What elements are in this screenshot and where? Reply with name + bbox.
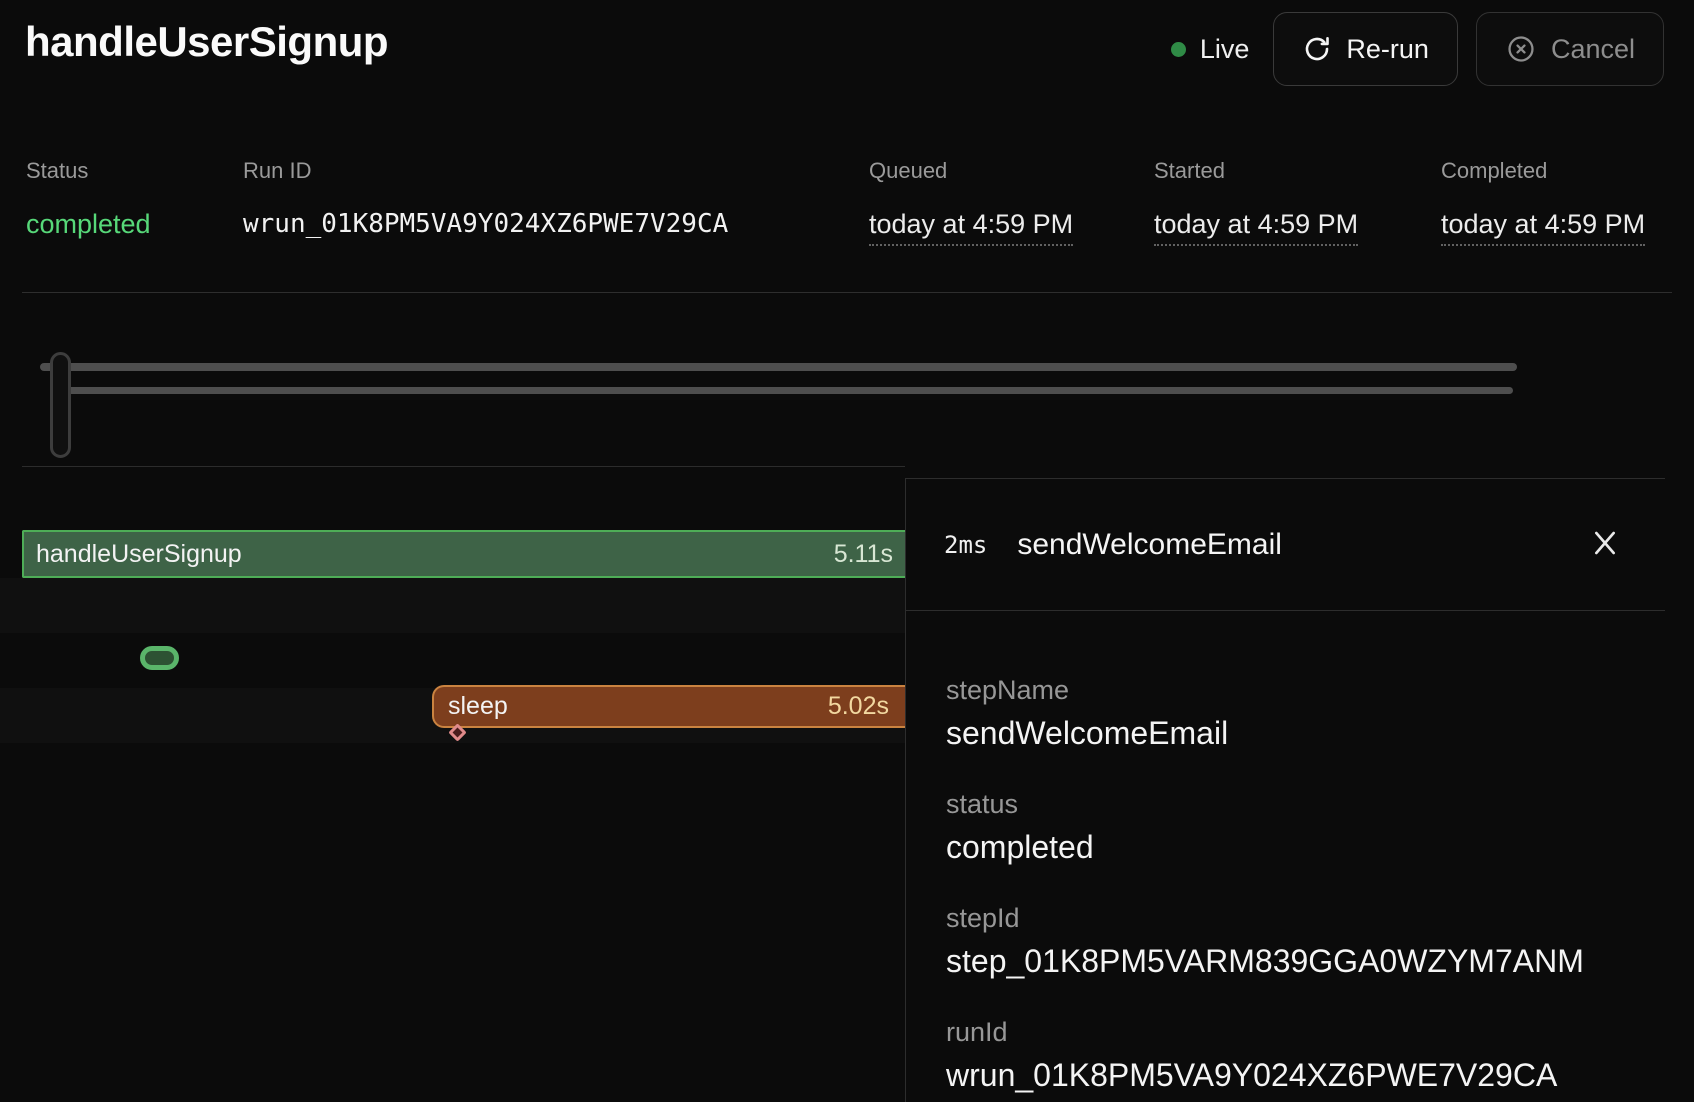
meta-queued: Queued today at 4:59 PM xyxy=(869,158,1073,246)
meta-completed: Completed today at 4:59 PM xyxy=(1441,158,1645,246)
field-step-name: stepName sendWelcomeEmail xyxy=(946,675,1625,753)
gantt-bar-sleep-duration: 5.02s xyxy=(828,692,889,721)
completed-time-value[interactable]: today at 4:59 PM xyxy=(1441,208,1645,246)
gantt-bar-sleep[interactable]: sleep 5.02s xyxy=(432,685,905,728)
field-step-name-value: sendWelcomeEmail xyxy=(946,713,1625,753)
field-step-id-value: step_01K8PM5VARM839GGA0WZYM7ANM xyxy=(946,941,1625,981)
gantt-top-border xyxy=(22,466,905,467)
meta-status-label: Status xyxy=(26,158,151,184)
field-status: status completed xyxy=(946,789,1625,867)
meta-status: Status completed xyxy=(26,158,151,240)
gantt-bar-send-welcome-email[interactable] xyxy=(140,646,179,670)
rerun-label: Re-run xyxy=(1346,34,1429,65)
step-detail-panel: 2ms sendWelcomeEmail stepName sendWelcom… xyxy=(905,478,1665,1102)
field-run-id-value: wrun_01K8PM5VA9Y024XZ6PWE7V29CA xyxy=(946,1055,1625,1095)
minimap-sleep-track xyxy=(60,387,1513,394)
meta-completed-label: Completed xyxy=(1441,158,1645,184)
cancel-label: Cancel xyxy=(1551,34,1635,65)
panel-close-button[interactable] xyxy=(1585,523,1625,566)
minimap-brush-handle[interactable] xyxy=(50,352,71,458)
field-step-name-label: stepName xyxy=(946,675,1625,705)
step-detail-title: sendWelcomeEmail xyxy=(1017,528,1282,562)
gantt-row-stripe xyxy=(0,578,905,633)
live-status-dot-icon xyxy=(1171,42,1186,57)
field-status-label: status xyxy=(946,789,1625,819)
gantt-bar-run-label: handleUserSignup xyxy=(36,540,242,569)
cancel-button[interactable]: Cancel xyxy=(1476,12,1664,86)
meta-run-id: Run ID wrun_01K8PM5VA9Y024XZ6PWE7V29CA xyxy=(243,158,728,240)
page-title: handleUserSignup xyxy=(25,18,388,66)
gantt-bar-sleep-label: sleep xyxy=(448,692,508,721)
field-step-id-label: stepId xyxy=(946,903,1625,933)
close-icon xyxy=(1589,547,1621,562)
run-id-value: wrun_01K8PM5VA9Y024XZ6PWE7V29CA xyxy=(243,208,728,240)
field-run-id-label: runId xyxy=(946,1017,1625,1047)
field-step-id: stepId step_01K8PM5VARM839GGA0WZYM7ANM xyxy=(946,903,1625,981)
started-time-value[interactable]: today at 4:59 PM xyxy=(1154,208,1358,246)
refresh-icon xyxy=(1302,34,1332,64)
step-detail-header: 2ms sendWelcomeEmail xyxy=(906,479,1665,611)
rerun-button[interactable]: Re-run xyxy=(1273,12,1458,86)
run-status-value: completed xyxy=(26,208,151,240)
cancel-circle-x-icon xyxy=(1505,33,1537,65)
meta-run-id-label: Run ID xyxy=(243,158,728,184)
timeline-minimap xyxy=(0,292,1694,466)
live-label: Live xyxy=(1200,34,1250,65)
gantt-bar-run-duration: 5.11s xyxy=(834,540,893,569)
step-duration-badge: 2ms xyxy=(944,531,987,559)
step-detail-body: stepName sendWelcomeEmail status complet… xyxy=(906,611,1665,1095)
top-controls: Live Re-run Cancel xyxy=(1171,12,1664,86)
meta-queued-label: Queued xyxy=(869,158,1073,184)
meta-started-label: Started xyxy=(1154,158,1358,184)
queued-time-value[interactable]: today at 4:59 PM xyxy=(869,208,1073,246)
field-status-value: completed xyxy=(946,827,1625,867)
gantt-bar-run[interactable]: handleUserSignup 5.11s xyxy=(22,530,905,578)
meta-started: Started today at 4:59 PM xyxy=(1154,158,1358,246)
minimap-run-track xyxy=(40,363,1517,371)
field-run-id: runId wrun_01K8PM5VA9Y024XZ6PWE7V29CA xyxy=(946,1017,1625,1095)
live-toggle[interactable]: Live xyxy=(1171,34,1250,65)
